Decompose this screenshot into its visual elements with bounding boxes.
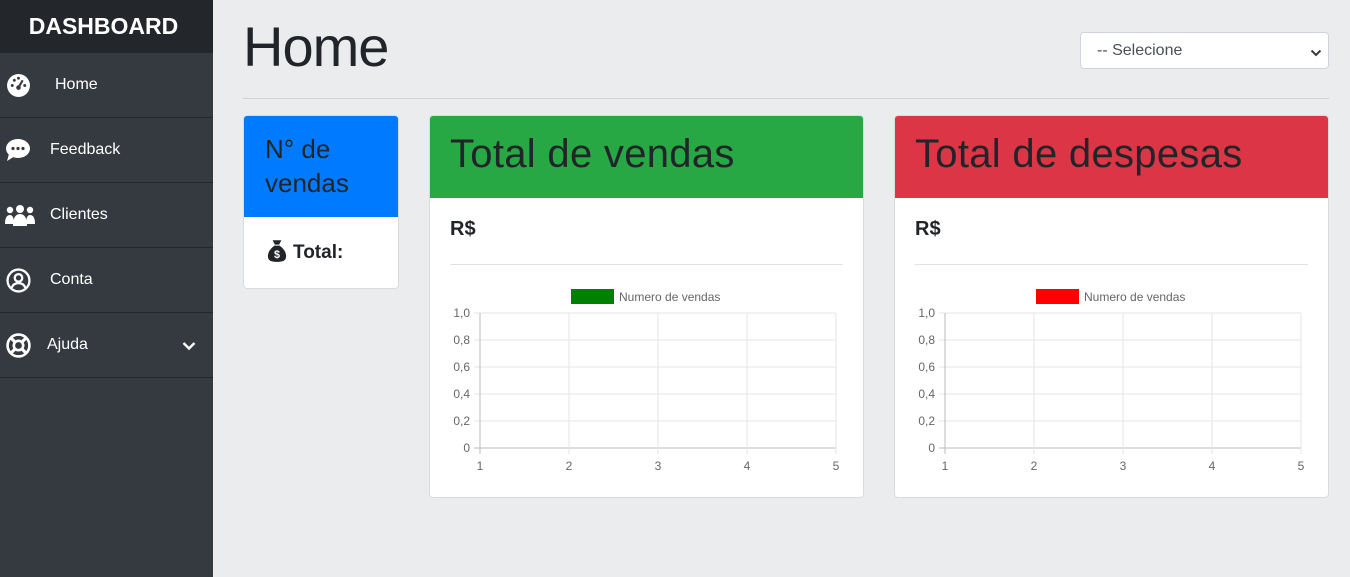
- y-tick-label: 0,4: [918, 387, 935, 401]
- sales-chart: Numero de vendas 1,0 0,8 0,6 0,4 0,2 01 2 3 4 5: [453, 289, 840, 473]
- y-tick-label: 0,2: [453, 414, 470, 428]
- sidebar-item-label: Feedback: [50, 141, 121, 158]
- x-tick-label: 3: [1120, 459, 1127, 473]
- life-ring-icon: [5, 332, 31, 358]
- y-tick-label: 0,8: [918, 333, 935, 347]
- expenses-chart: Numero de vendas 1,0 0,8 0,6 0,4 0,2 01 2 3 4 5: [918, 289, 1305, 473]
- sales-count-card: N° de vendas $ Total:: [243, 115, 399, 289]
- total-label: Total:: [293, 242, 344, 263]
- header-divider: [243, 98, 1329, 99]
- x-tick-label: 4: [744, 459, 751, 473]
- sidebar: DASHBOARD Home Feedback Clientes Conta A…: [0, 0, 213, 577]
- y-tick-label: 0: [928, 441, 935, 455]
- legend-swatch: [571, 289, 614, 304]
- legend-swatch: [1036, 289, 1079, 304]
- card-divider: [915, 264, 1308, 265]
- sidebar-item-conta[interactable]: Conta: [0, 248, 213, 313]
- y-tick-label: 0: [463, 441, 470, 455]
- card-divider: [450, 264, 843, 265]
- chevron-down-icon[interactable]: [182, 338, 196, 356]
- y-tick-label: 0,2: [918, 414, 935, 428]
- y-tick-label: 0,6: [918, 360, 935, 374]
- y-tick-label: 0,8: [453, 333, 470, 347]
- sidebar-item-label: Ajuda: [47, 336, 88, 353]
- page-title: Home: [243, 15, 389, 78]
- sidebar-item-feedback[interactable]: Feedback: [0, 118, 213, 183]
- total-row: $ Total:: [264, 237, 343, 269]
- card-title: Total de vendas: [430, 116, 863, 198]
- select-value: -- Selecione: [1097, 41, 1183, 59]
- brand-title: DASHBOARD: [0, 0, 213, 53]
- user-circle-icon: [5, 267, 31, 293]
- x-tick-label: 3: [655, 459, 662, 473]
- y-tick-label: 0,4: [453, 387, 470, 401]
- card-title: Total de despesas: [895, 116, 1328, 198]
- money-bag-icon: $: [264, 237, 290, 269]
- y-tick-label: 0,6: [453, 360, 470, 374]
- expenses-amount: R$: [915, 218, 941, 240]
- sidebar-item-label: Home: [55, 76, 98, 93]
- sales-total-card: Total de vendas R$ Numero de vendas 1,0 0,…: [429, 115, 864, 498]
- svg-text:$: $: [274, 249, 280, 261]
- y-tick-label: 1,0: [918, 306, 935, 320]
- card-title: N° de vendas: [244, 116, 398, 217]
- x-tick-label: 2: [566, 459, 573, 473]
- dashboard-gauge-icon: [5, 72, 31, 98]
- x-tick-label: 4: [1209, 459, 1216, 473]
- y-tick-label: 1,0: [453, 306, 470, 320]
- sidebar-item-clientes[interactable]: Clientes: [0, 183, 213, 248]
- x-tick-label: 2: [1031, 459, 1038, 473]
- chevron-down-icon: [1310, 45, 1322, 63]
- sidebar-item-label: Conta: [50, 271, 93, 288]
- legend-label: Numero de vendas: [619, 290, 720, 304]
- x-tick-label: 5: [833, 459, 840, 473]
- x-tick-label: 5: [1298, 459, 1305, 473]
- sidebar-item-label: Clientes: [50, 206, 108, 223]
- legend-label: Numero de vendas: [1084, 290, 1185, 304]
- comment-dots-icon: [5, 137, 31, 163]
- sidebar-item-ajuda[interactable]: Ajuda: [0, 313, 213, 378]
- sidebar-item-home[interactable]: Home: [0, 53, 213, 118]
- x-tick-label: 1: [942, 459, 949, 473]
- users-icon: [4, 202, 36, 228]
- period-select[interactable]: -- Selecione: [1080, 32, 1329, 69]
- sales-amount: R$: [450, 218, 476, 240]
- expenses-total-card: Total de despesas R$ Numero de vendas 1,0…: [894, 115, 1329, 498]
- x-tick-label: 1: [477, 459, 484, 473]
